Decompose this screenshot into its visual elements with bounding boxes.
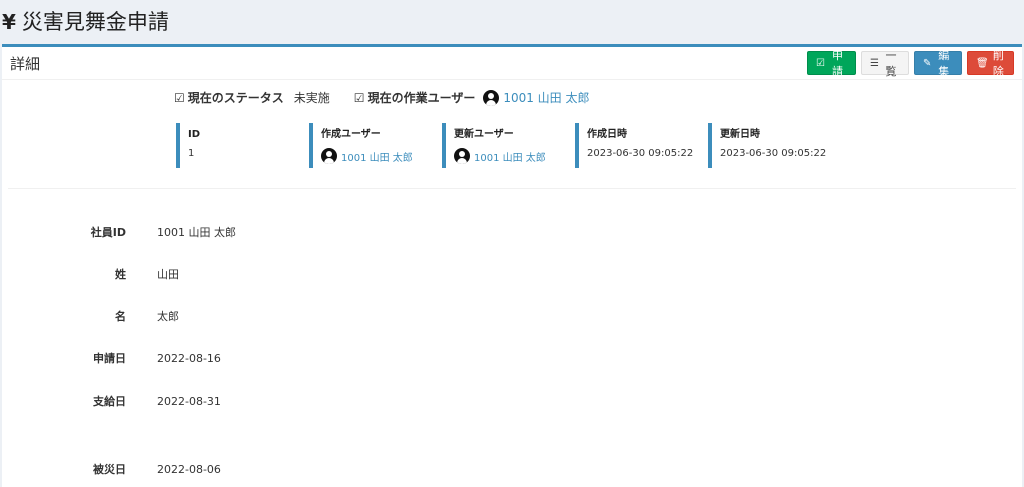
field-first-name: 名 太郎 (2, 308, 402, 324)
current-worker-link[interactable]: 1001 山田 太郎 (503, 89, 589, 106)
field-employee-id-label: 社員ID (90, 226, 126, 239)
check-square-icon: ☑ (353, 90, 365, 105)
meta-id-value: 1 (188, 148, 195, 159)
field-pay-date-value: 2022-08-31 (157, 394, 221, 408)
meta-id: ID 1 (176, 123, 309, 168)
meta-row: ID 1 作成ユーザー 1001 山田 太郎 更新ユーザー 1001 山田 太郎… (176, 123, 841, 168)
meta-created-by: 作成ユーザー 1001 山田 太郎 (309, 123, 442, 168)
list-icon: ☰ (870, 57, 879, 69)
field-pay-date: 支給日 2022-08-31 (2, 393, 402, 409)
meta-updated-at-label: 更新日時 (720, 129, 760, 140)
updated-by-link[interactable]: 1001 山田 太郎 (474, 149, 546, 164)
delete-button[interactable]: 🗑 削除 (967, 49, 1014, 78)
meta-updated-by-label: 更新ユーザー (454, 129, 514, 140)
edit-button[interactable]: ✎ 編集 (914, 49, 962, 78)
page-title: ¥ 災害見舞金申請 (2, 8, 1014, 36)
current-status-label: 現在のステータス (187, 91, 284, 105)
field-last-name: 姓 山田 (2, 266, 402, 282)
box-header: 詳細 ☑ 申請 ☰ 一覧 ✎ 編集 🗑 削除 (2, 47, 1022, 80)
field-disaster-date-label: 被災日 (93, 463, 126, 476)
meta-created-at-value: 2023-06-30 09:05:22 (587, 148, 694, 159)
box-title: 詳細 (10, 54, 41, 73)
field-pay-date-label: 支給日 (93, 395, 126, 408)
current-worker-label: 現在の作業ユーザー (367, 91, 476, 105)
check-square-icon: ☑ (816, 57, 825, 69)
list-button-label: 一覧 (885, 49, 897, 78)
apply-button-label: 申請 (831, 49, 843, 78)
trash-icon: 🗑 (976, 57, 989, 69)
meta-updated-at-value: 2023-06-30 09:05:22 (720, 148, 827, 159)
meta-updated-by: 更新ユーザー 1001 山田 太郎 (442, 123, 575, 168)
current-status: ☑ 現在のステータス 未実施 (174, 89, 330, 106)
field-employee-id: 社員ID 1001 山田 太郎 (2, 224, 402, 240)
field-apply-date-value: 2022-08-16 (157, 351, 221, 365)
meta-created-at: 作成日時 2023-06-30 09:05:22 (575, 123, 708, 168)
created-by-link[interactable]: 1001 山田 太郎 (341, 149, 413, 164)
edit-icon: ✎ (923, 57, 932, 69)
field-disaster-date-value: 2022-08-06 (157, 462, 221, 476)
yen-icon: ¥ (2, 10, 16, 34)
current-status-value: 未実施 (293, 91, 330, 105)
user-avatar-icon (321, 148, 337, 164)
user-avatar-icon (483, 89, 500, 106)
meta-id-label: ID (188, 129, 201, 140)
user-avatar-icon (454, 148, 470, 164)
meta-updated-at: 更新日時 2023-06-30 09:05:22 (708, 123, 841, 168)
field-last-name-value: 山田 (157, 268, 179, 281)
detail-box: 詳細 ☑ 申請 ☰ 一覧 ✎ 編集 🗑 削除 ☑ 現在のステータス 未実施 ☑ … (2, 44, 1022, 487)
meta-created-by-value: 1001 山田 太郎 (321, 148, 442, 164)
field-apply-date-label: 申請日 (93, 352, 126, 365)
field-disaster-date: 被災日 2022-08-06 (2, 461, 402, 477)
apply-button[interactable]: ☑ 申請 (807, 49, 856, 78)
check-square-icon: ☑ (174, 90, 185, 105)
field-last-name-label: 姓 (115, 268, 126, 281)
field-employee-id-link[interactable]: 1001 山田 太郎 (157, 224, 236, 240)
current-worker: ☑ 現在の作業ユーザー 1001 山田 太郎 (354, 89, 590, 106)
field-first-name-value: 太郎 (157, 310, 179, 323)
meta-created-by-label: 作成ユーザー (321, 129, 381, 140)
status-row: ☑ 現在のステータス 未実施 ☑ 現在の作業ユーザー 1001 山田 太郎 (174, 89, 614, 106)
meta-updated-by-value: 1001 山田 太郎 (454, 148, 575, 164)
list-button[interactable]: ☰ 一覧 (861, 49, 909, 78)
divider (8, 188, 1016, 189)
field-first-name-label: 名 (115, 310, 126, 323)
meta-created-at-label: 作成日時 (587, 129, 627, 140)
page-header: ¥ 災害見舞金申請 (0, 0, 1024, 44)
page-title-text: 災害見舞金申請 (21, 10, 169, 34)
field-apply-date: 申請日 2022-08-16 (2, 350, 402, 366)
edit-button-label: 編集 (938, 49, 950, 78)
delete-button-label: 削除 (992, 49, 1004, 78)
